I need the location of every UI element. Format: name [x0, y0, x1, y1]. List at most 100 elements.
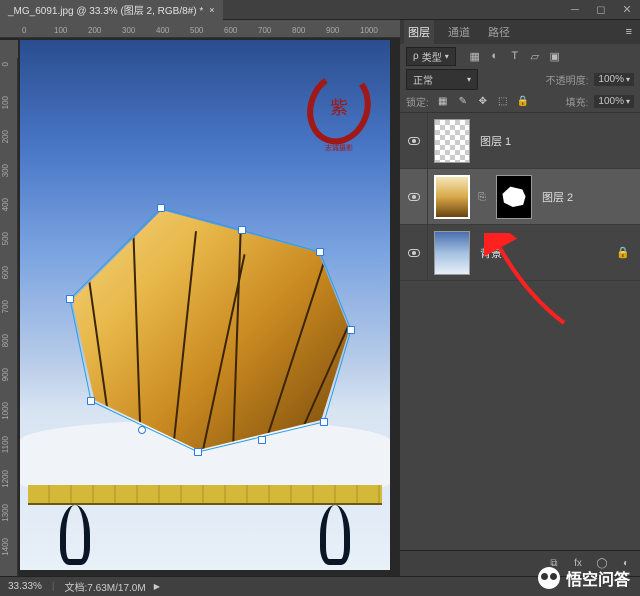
layer-thumbnail[interactable] [434, 231, 470, 275]
blend-mode-select[interactable]: 正常 ▾ [406, 69, 478, 90]
layer-name[interactable]: 图层 1 [476, 133, 640, 149]
filter-adjust-icon[interactable]: ◐ [486, 47, 504, 65]
tab-bar: _MG_6091.jpg @ 33.3% (图层 2, RGB/8#) * × … [0, 0, 640, 20]
ruler-tick: 700 [1, 300, 10, 313]
layer-filter-row: ρ类型▾ ▦ ◐ T ▱ ▣ [400, 44, 640, 68]
visibility-toggle[interactable] [400, 225, 428, 280]
layer-row[interactable]: 图层 1 [400, 113, 640, 169]
blend-mode-value: 正常 [413, 72, 433, 87]
ruler-tick: 0 [22, 26, 26, 35]
layer-row[interactable]: ⎘ 图层 2 [400, 169, 640, 225]
lock-transparent-icon[interactable]: ▦ [435, 93, 451, 109]
maximize-button[interactable]: ◻ [588, 0, 614, 20]
canvas-viewport[interactable]: 紫志诚摄影 [18, 38, 400, 576]
wukong-watermark: 悟空问答 [538, 566, 630, 590]
ruler-tick: 400 [156, 26, 169, 35]
ruler-tick: 100 [54, 26, 67, 35]
filter-pixel-icon[interactable]: ▦ [466, 47, 484, 65]
layer-thumbnail[interactable] [434, 119, 470, 163]
opacity-value: 100% [598, 74, 624, 85]
lock-position-icon[interactable]: ✥ [475, 93, 491, 109]
lock-pixels-icon[interactable]: ✎ [455, 93, 471, 109]
layer-mask-thumbnail[interactable] [496, 175, 532, 219]
lock-label: 锁定: [406, 94, 429, 109]
close-tab-icon[interactable]: × [209, 5, 214, 15]
ruler-tick: 1400 [1, 538, 10, 556]
ruler-tick: 1200 [1, 470, 10, 488]
fill-label: 填充: [566, 94, 589, 109]
blend-row: 正常 ▾ 不透明度: 100% ▾ [400, 68, 640, 90]
layers-list: 图层 1 ⎘ 图层 2 背景 🔒 [400, 112, 640, 550]
ruler-origin[interactable] [0, 40, 18, 58]
ruler-tick: 0 [1, 62, 10, 66]
ruler-tick: 1300 [1, 504, 10, 522]
lock-icon: 🔒 [616, 246, 630, 259]
ruler-tick: 600 [1, 266, 10, 279]
ruler-tick: 200 [1, 130, 10, 143]
lock-row: 锁定: ▦ ✎ ✥ ⬚ 🔒 填充: 100% ▾ [400, 90, 640, 112]
canvas[interactable]: 紫志诚摄影 [20, 40, 390, 570]
tab-layers[interactable]: 图层 [404, 20, 434, 44]
ruler-tick: 200 [88, 26, 101, 35]
mask-link-icon[interactable]: ⎘ [478, 192, 488, 202]
layer-name[interactable]: 图层 2 [538, 189, 640, 205]
tab-paths[interactable]: 路径 [484, 20, 514, 44]
wukong-logo-icon [538, 567, 560, 589]
tab-channels[interactable]: 通道 [444, 20, 474, 44]
svg-text:志诚摄影: 志诚摄影 [325, 143, 353, 152]
lock-artboard-icon[interactable]: ⬚ [495, 93, 511, 109]
ruler-tick: 1000 [360, 26, 378, 35]
visibility-toggle[interactable] [400, 113, 428, 168]
panel-tabs: 图层 通道 路径 ≡ [400, 20, 640, 44]
lock-all-icon[interactable]: 🔒 [515, 93, 531, 109]
filter-shape-icon[interactable]: ▱ [526, 47, 544, 65]
wukong-text: 悟空问答 [566, 566, 630, 590]
ruler-tick: 900 [326, 26, 339, 35]
filter-type-icon[interactable]: T [506, 47, 524, 65]
visibility-toggle[interactable] [400, 169, 428, 224]
svg-text:紫: 紫 [330, 98, 348, 118]
eye-icon [408, 137, 420, 145]
zoom-level[interactable]: 33.33% [8, 581, 42, 592]
ruler-tick: 700 [258, 26, 271, 35]
window-controls: ─ ◻ ✕ [562, 0, 640, 20]
ruler-tick: 400 [1, 198, 10, 211]
layer-row[interactable]: 背景 🔒 [400, 225, 640, 281]
layers-panel: 图层 通道 路径 ≡ ρ类型▾ ▦ ◐ T ▱ ▣ 正常 ▾ 不透明度: [400, 20, 640, 576]
main-area: 0 100 200 300 400 500 600 700 800 900 10… [0, 20, 640, 576]
layer-thumbnail[interactable] [434, 175, 470, 219]
panel-menu-icon[interactable]: ≡ [622, 26, 636, 38]
status-arrow-icon[interactable]: ▶ [154, 582, 160, 591]
ruler-tick: 500 [1, 232, 10, 245]
ruler-tick: 100 [1, 96, 10, 109]
document-tab[interactable]: _MG_6091.jpg @ 33.3% (图层 2, RGB/8#) * × [0, 0, 223, 20]
canvas-area: 0 100 200 300 400 500 600 700 800 900 10… [0, 20, 400, 576]
minimize-button[interactable]: ─ [562, 0, 588, 20]
ruler-tick: 1100 [1, 436, 10, 453]
ruler-tick: 500 [190, 26, 203, 35]
opacity-label: 不透明度: [546, 72, 589, 87]
close-button[interactable]: ✕ [614, 0, 640, 20]
opacity-input[interactable]: 100% ▾ [594, 73, 634, 86]
eye-icon [408, 193, 420, 201]
filter-kind-select[interactable]: ρ类型▾ [406, 47, 456, 66]
document-tab-title: _MG_6091.jpg @ 33.3% (图层 2, RGB/8#) * [8, 2, 203, 17]
ruler-tick: 800 [292, 26, 305, 35]
filter-kind-label: 类型 [422, 49, 442, 64]
ruler-tick: 300 [122, 26, 135, 35]
layer-name[interactable]: 背景 [476, 245, 616, 261]
fill-input[interactable]: 100% ▾ [594, 95, 634, 108]
ruler-horizontal[interactable]: 0 100 200 300 400 500 600 700 800 900 10… [0, 20, 400, 38]
watermark-stamp: 紫志诚摄影 [303, 68, 375, 154]
fill-value: 100% [598, 96, 624, 107]
masked-layer-content[interactable] [72, 200, 352, 450]
ruler-tick: 1000 [1, 402, 10, 420]
ruler-tick: 600 [224, 26, 237, 35]
filter-smart-icon[interactable]: ▣ [546, 47, 564, 65]
ruler-tick: 800 [1, 334, 10, 347]
ruler-vertical[interactable]: 0 100 200 300 400 500 600 700 800 900 10… [0, 58, 18, 576]
ruler-tick: 300 [1, 164, 10, 177]
document-size: 文档:7.63M/17.0M [65, 579, 146, 594]
eye-icon [408, 249, 420, 257]
ruler-tick: 900 [1, 368, 10, 381]
